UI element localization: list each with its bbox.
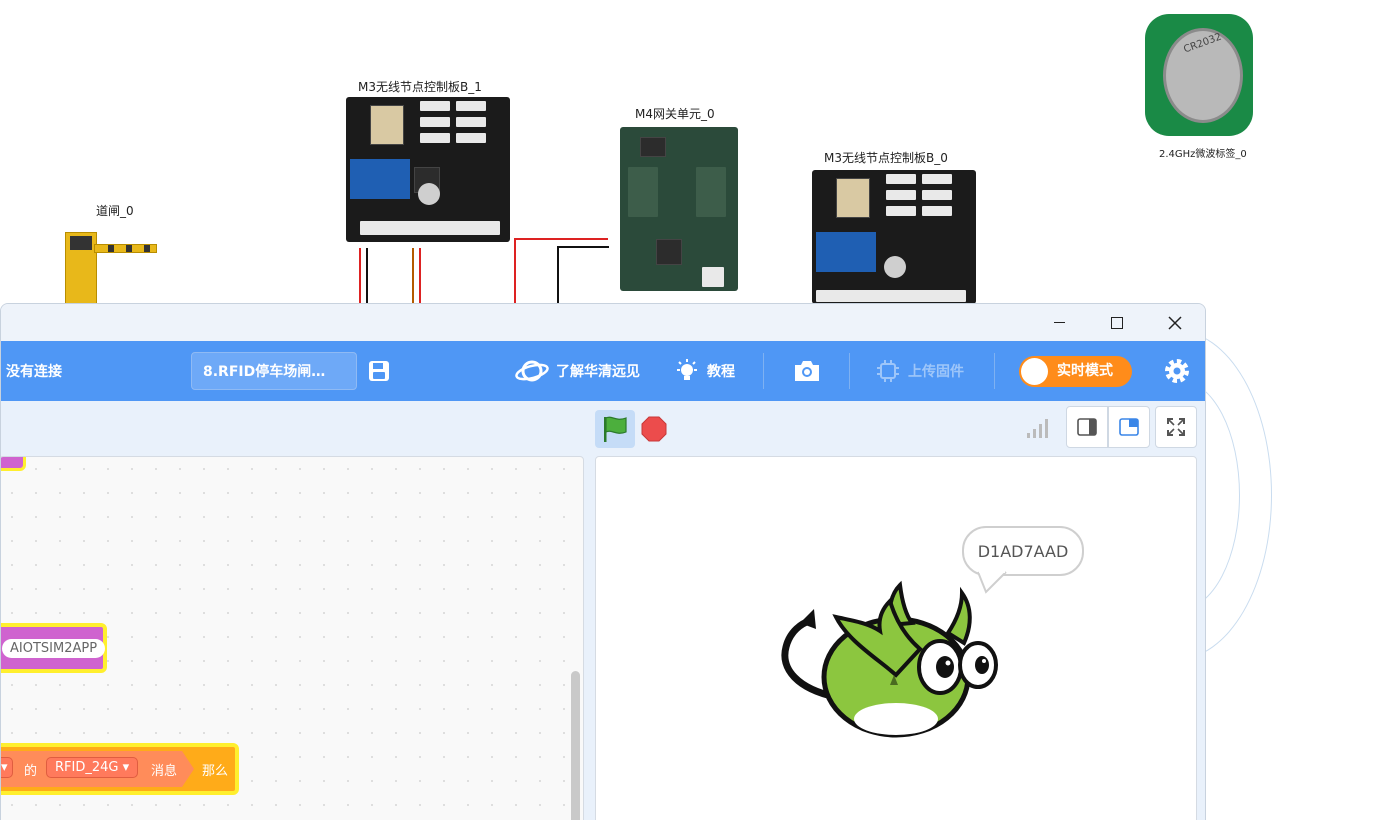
small-stage-icon [1077, 418, 1097, 436]
title-bar [1, 304, 1205, 341]
code-block-top[interactable] [1, 457, 26, 471]
toolbar-divider-3 [994, 353, 995, 389]
wire-red-4 [514, 238, 608, 240]
maximize-icon [1111, 316, 1123, 329]
gate-label: 道闸_0 [96, 204, 134, 218]
camera-icon [795, 361, 819, 381]
tutorial-button[interactable]: 教程 [676, 341, 735, 401]
sprite-monster[interactable] [778, 579, 1003, 744]
then-label: 那么 [202, 764, 229, 779]
save-icon [369, 361, 389, 381]
app-window: 没有连接 8.RFID停车场闸… 了解华清远见 教程 上传固件 实时模式 AIO… [0, 303, 1206, 820]
normal-stage-button[interactable] [1108, 406, 1150, 448]
toggle-knob [1021, 358, 1048, 385]
normal-stage-icon [1119, 418, 1139, 436]
screenshot-button[interactable] [793, 341, 821, 401]
board-b1-label: M3无线节点控制板B_1 [358, 80, 482, 94]
lightbulb-icon [677, 359, 697, 380]
main-toolbar: 没有连接 8.RFID停车场闸… 了解华清远见 教程 上传固件 实时模式 [1, 341, 1205, 401]
rfid-dropdown[interactable]: RFID_24G ▾ [46, 757, 139, 778]
green-flag-button[interactable] [595, 410, 635, 448]
stage[interactable]: D1AD7AAD [595, 456, 1197, 820]
learn-more-button[interactable]: 了解华清远见 [515, 341, 640, 401]
close-icon [1168, 315, 1182, 330]
desktop: 道闸_0 M3无线节点控制板B_1 M4网关单元_0 M3无线节点控制板B_0 … [0, 0, 1377, 820]
project-name-input[interactable]: 8.RFID停车场闸… [191, 352, 357, 390]
upload-firmware-button[interactable]: 上传固件 [876, 341, 964, 401]
tag-label: 2.4GHz微波标签_0 [1159, 149, 1247, 160]
wire-red-3 [514, 238, 516, 304]
learn-more-label: 了解华清远见 [556, 364, 640, 380]
chip-icon [877, 360, 899, 382]
realtime-mode-label: 实时模式 [1057, 363, 1113, 379]
barrier-gate[interactable] [64, 232, 159, 304]
wire-black-3 [557, 246, 609, 248]
gateway-label: M4网关单元_0 [635, 107, 715, 121]
wire-brown-1 [412, 248, 414, 304]
of-label: 的 [24, 764, 38, 779]
gateway-unit[interactable] [620, 127, 738, 291]
code-block-rfid-condition[interactable]: ▾ 的 RFID_24G ▾ 消息 那么 [1, 743, 239, 795]
code-workspace[interactable]: AIOTSIM2APP ▾ 的 RFID_24G ▾ 消息 那么 [1, 456, 584, 820]
board-b0-label: M3无线节点控制板B_0 [824, 151, 948, 165]
signal-strength-icon [1027, 419, 1048, 438]
close-button[interactable] [1146, 304, 1204, 341]
rfid-tag[interactable]: CR2032 [1145, 14, 1253, 136]
minimize-button[interactable] [1030, 304, 1088, 341]
green-flag-icon [604, 416, 627, 442]
chevron-down-icon: ▾ [122, 760, 130, 775]
connection-status[interactable]: 没有连接 [6, 341, 62, 401]
code-block-message[interactable]: AIOTSIM2APP [1, 623, 107, 673]
maximize-button[interactable] [1088, 304, 1146, 341]
tutorial-label: 教程 [707, 364, 735, 380]
wire-red-2 [419, 248, 421, 304]
fullscreen-icon [1167, 418, 1185, 436]
stop-button[interactable] [641, 416, 667, 442]
message-value-pill[interactable]: AIOTSIM2APP [2, 638, 106, 658]
small-stage-button[interactable] [1066, 406, 1108, 448]
toolbar-divider [763, 353, 764, 389]
wire-black-1 [366, 248, 368, 304]
gear-icon [1165, 359, 1189, 383]
toolbar-divider-2 [849, 353, 850, 389]
rfid-dropdown-label: RFID_24G [55, 760, 119, 775]
planet-icon [515, 360, 549, 382]
device-dropdown-arrow[interactable]: ▾ [1, 757, 13, 778]
control-board-b0[interactable] [812, 170, 976, 304]
workspace-scrollbar[interactable] [571, 671, 580, 820]
control-board-b1[interactable] [346, 97, 510, 242]
message-label: 消息 [151, 764, 178, 779]
fullscreen-button[interactable] [1155, 406, 1197, 448]
speech-bubble: D1AD7AAD [962, 526, 1084, 576]
realtime-mode-toggle[interactable]: 实时模式 [1019, 356, 1132, 387]
settings-button[interactable] [1163, 341, 1191, 401]
speech-bubble-text: D1AD7AAD [977, 541, 1069, 561]
minimize-icon [1053, 322, 1065, 323]
save-button[interactable] [368, 341, 390, 401]
wire-red-1 [359, 248, 361, 304]
wire-black-2 [557, 246, 559, 304]
upload-firmware-label: 上传固件 [908, 364, 964, 380]
